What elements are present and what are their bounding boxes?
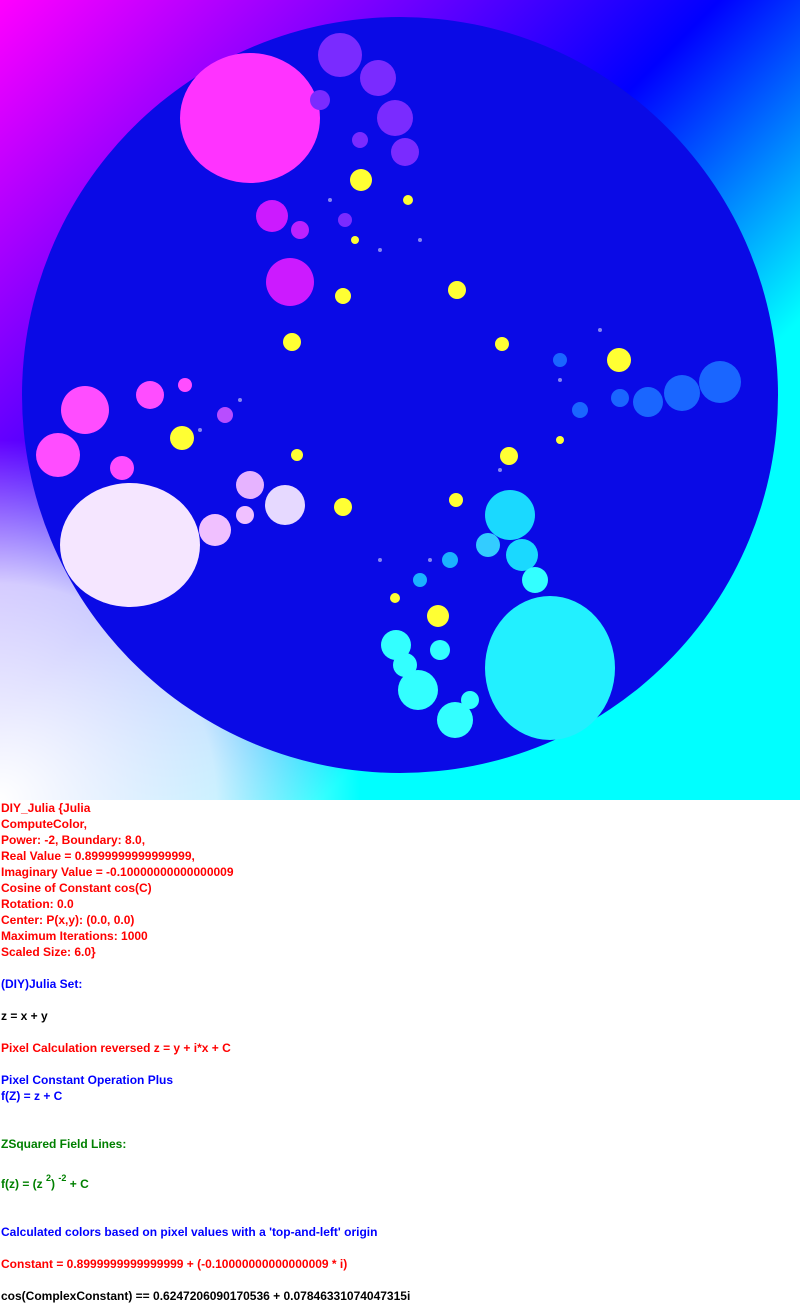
- formula-mid: ): [51, 1177, 56, 1191]
- field-lines-label: ZSquared Field Lines:: [1, 1137, 127, 1151]
- real-value-line: Real Value = 0.8999999999999999,: [1, 849, 195, 863]
- lobe-top-left: [180, 53, 320, 183]
- constant-operation-line: Pixel Constant Operation Plus: [1, 1073, 174, 1087]
- formula-sup-1: 2: [46, 1173, 52, 1183]
- set-label: (DIY)Julia Set:: [1, 977, 83, 991]
- compute-line: ComputeColor,: [1, 817, 87, 831]
- lobe-left-bottom: [60, 483, 200, 607]
- julia-fractal-image: [0, 0, 800, 800]
- formula-rhs: + C: [69, 1177, 89, 1191]
- center-line: Center: P(x,y): (0.0, 0.0): [1, 913, 135, 927]
- colors-note: Calculated colors based on pixel values …: [1, 1225, 378, 1239]
- iterations-line: Maximum Iterations: 1000: [1, 929, 148, 943]
- formula-sup-2: -2: [58, 1173, 67, 1183]
- power-line: Power: -2, Boundary: 8.0,: [1, 833, 146, 847]
- cos-result-line: cos(ComplexConstant) == 0.62472060901705…: [1, 1289, 411, 1303]
- imaginary-value-line: Imaginary Value = -0.10000000000000009: [1, 865, 234, 879]
- parameter-panel: DIY_Julia {Julia ComputeColor, Power: -2…: [1, 800, 796, 1304]
- cosine-line: Cosine of Constant cos(C): [1, 881, 152, 895]
- fz-line: f(Z) = z + C: [1, 1089, 63, 1103]
- rotation-line: Rotation: 0.0: [1, 897, 74, 911]
- formula-lhs: f(z) = (z: [1, 1177, 43, 1191]
- lobe-bottom-right: [485, 596, 615, 740]
- title-line: DIY_Julia {Julia: [1, 801, 91, 815]
- pixel-calculation-line: Pixel Calculation reversed z = y + i*x +…: [1, 1041, 231, 1055]
- formula-line: f(z) = (z 2) -2 + C: [1, 1168, 796, 1192]
- z-definition: z = x + y: [1, 1009, 48, 1023]
- scaled-size-line: Scaled Size: 6.0}: [1, 945, 96, 959]
- constant-line: Constant = 0.8999999999999999 + (-0.1000…: [1, 1257, 348, 1271]
